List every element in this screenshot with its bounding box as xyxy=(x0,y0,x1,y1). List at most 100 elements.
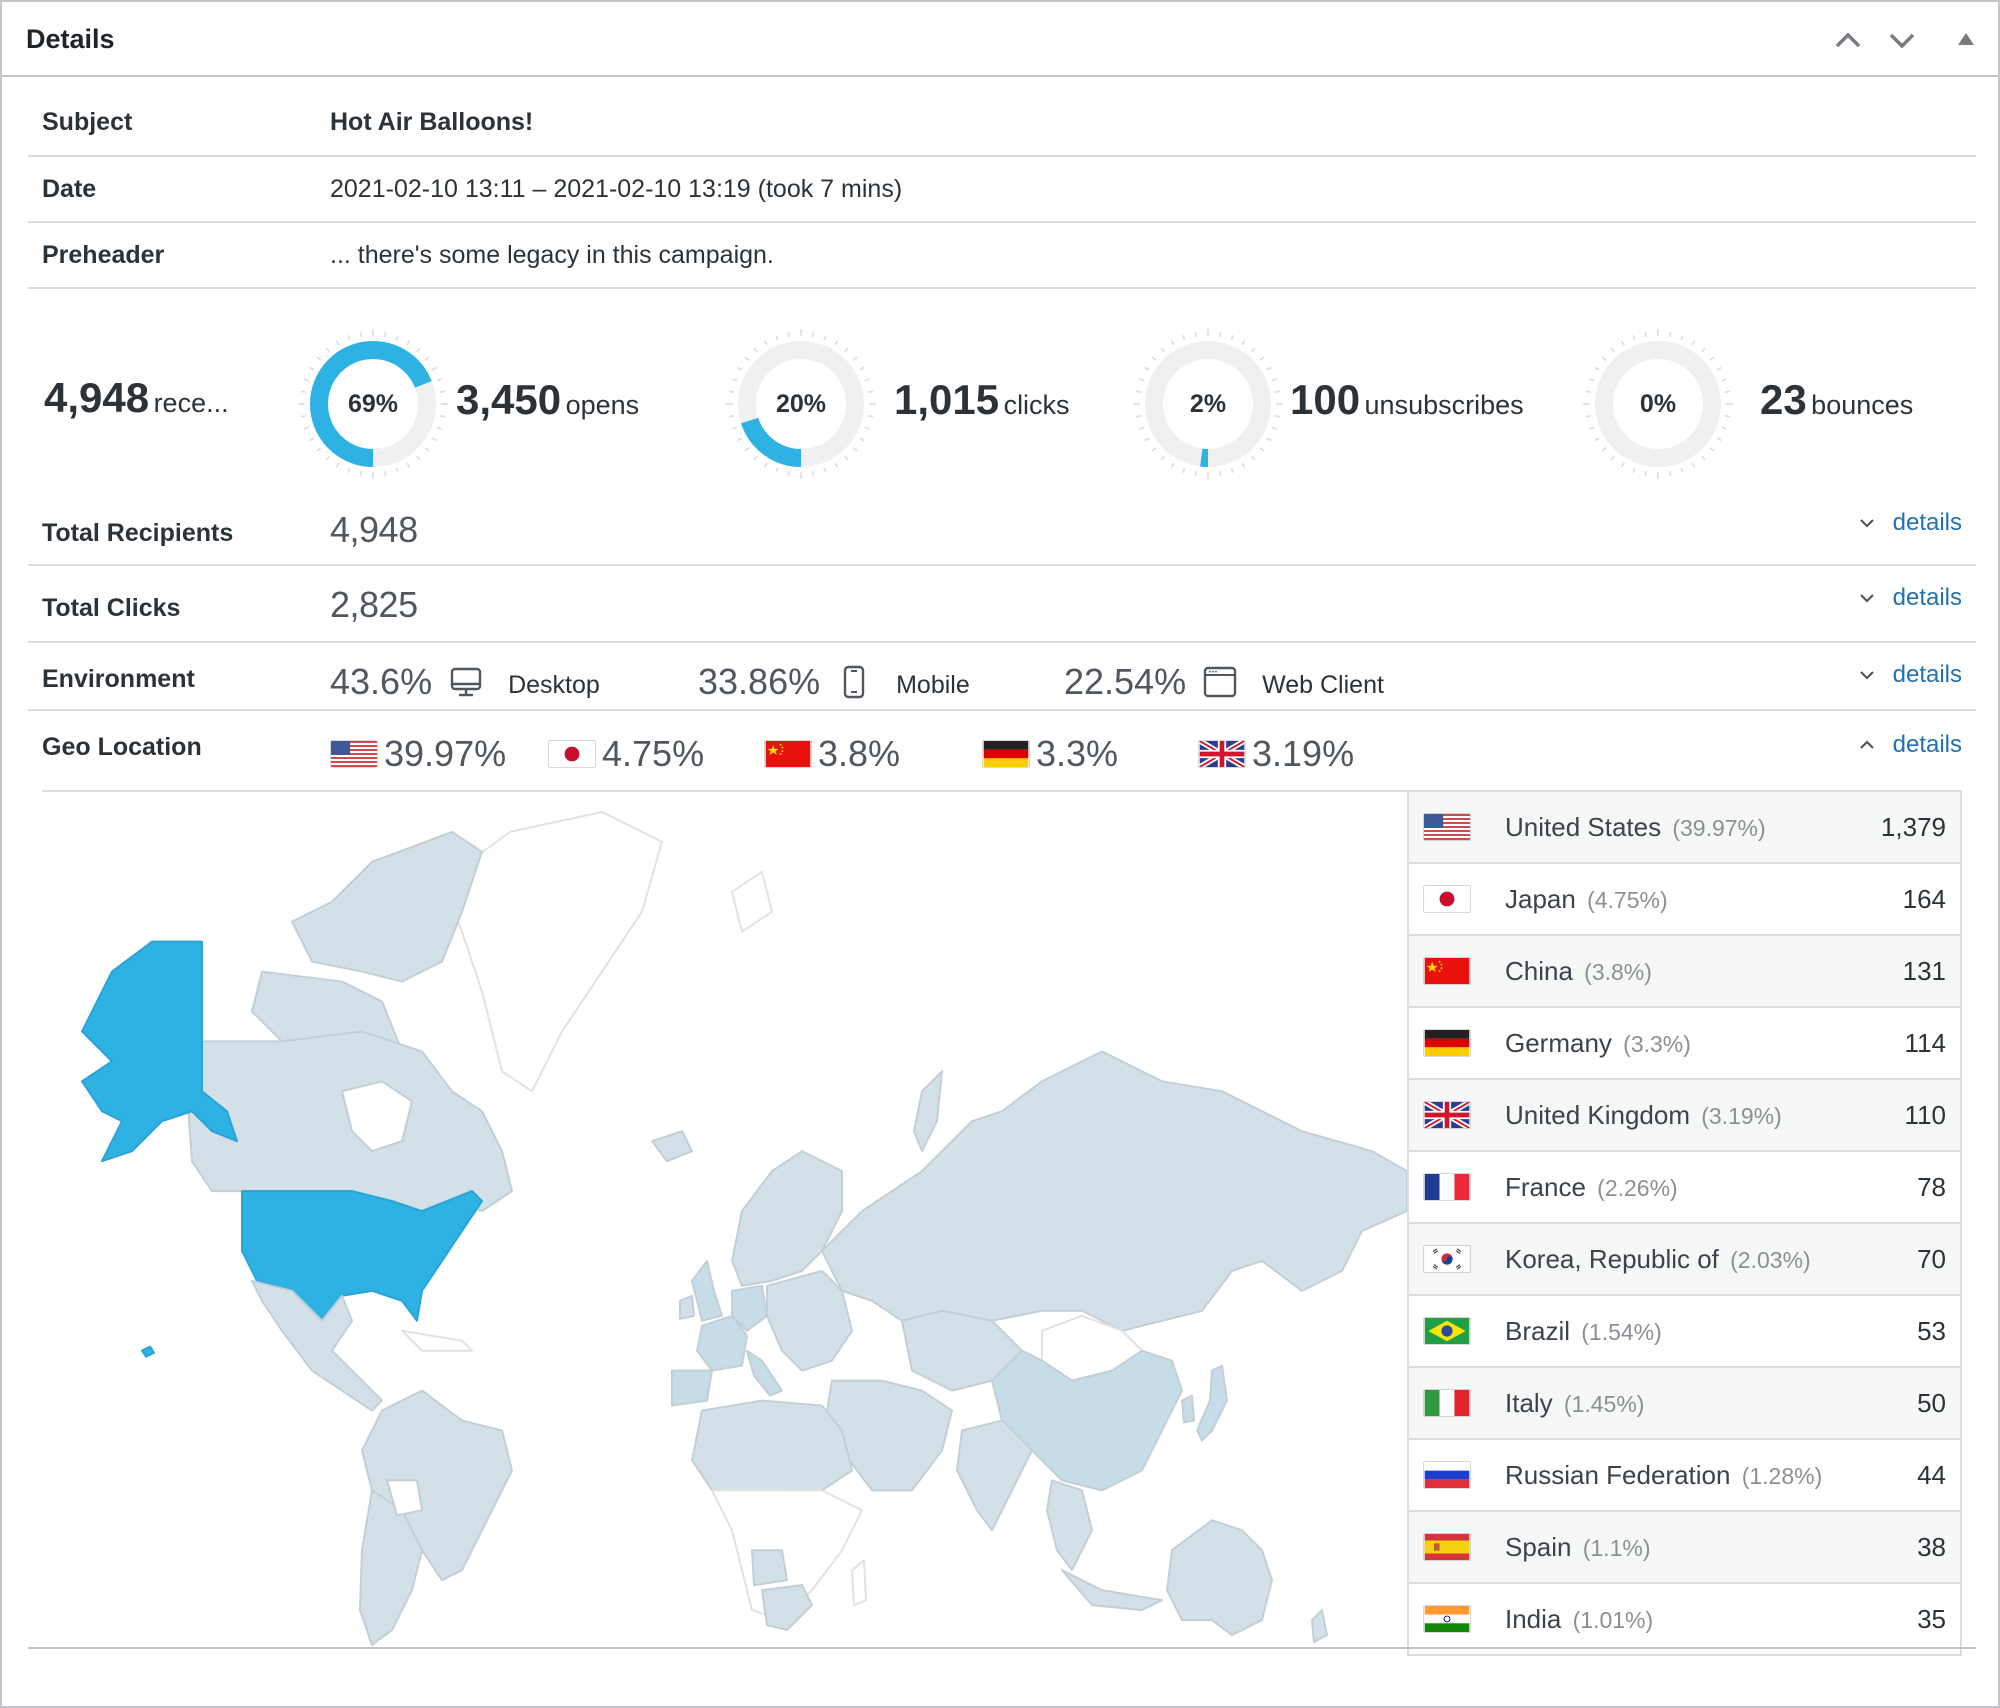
country-row[interactable]: Japan (4.75%) 164 xyxy=(1409,864,1960,936)
details-panel: Details Subject Hot Air Balloons! Date 2… xyxy=(0,0,2000,1708)
country-count: 78 xyxy=(1917,1171,1946,1202)
country-name-text: China xyxy=(1505,955,1573,986)
country-row[interactable]: France (2.26%) 78 xyxy=(1409,1152,1960,1224)
map-country-italy[interactable] xyxy=(746,1349,783,1397)
country-percent: (4.75%) xyxy=(1587,886,1668,913)
stat-recipients: 4,948 rece... xyxy=(44,374,229,422)
map-svalbard xyxy=(731,870,773,933)
map-country-iceland[interactable] xyxy=(651,1130,693,1163)
country-row[interactable]: Brazil (1.54%) 53 xyxy=(1409,1296,1960,1368)
total-clicks-row: Total Clicks 2,825 details xyxy=(28,566,1976,643)
map-country-indonesia[interactable] xyxy=(1061,1569,1163,1612)
environment-web-client: 22.54% Web Client xyxy=(1064,661,1384,703)
geo-top-item: 3.3% xyxy=(982,733,1118,775)
country-percent: (3.19%) xyxy=(1701,1102,1782,1129)
map-country-united-states-hawaii[interactable] xyxy=(141,1345,155,1358)
details-link-label: details xyxy=(1892,509,1962,536)
opens-label: opens xyxy=(565,390,640,420)
country-percent: (1.1%) xyxy=(1582,1534,1651,1561)
country-row[interactable]: United States (39.97%) 1,379 xyxy=(1409,792,1960,864)
geo-top-percent: 3.8% xyxy=(818,733,901,774)
map-country-united-kingdom[interactable] xyxy=(691,1259,723,1322)
map-country-canada-islands[interactable] xyxy=(291,830,483,983)
subject-value: Hot Air Balloons! xyxy=(330,108,534,136)
total-recipients-row: Total Recipients 4,948 details xyxy=(28,497,1976,566)
geo-location-details-link[interactable]: details xyxy=(1857,731,1962,759)
map-country-new-zealand[interactable] xyxy=(1311,1609,1328,1644)
map-country-korea[interactable] xyxy=(1181,1394,1195,1424)
desktop-percent: 43.6% xyxy=(330,661,433,702)
triangle-up-icon xyxy=(1958,33,1974,45)
opens-number: 3,450 xyxy=(456,376,562,423)
country-row[interactable]: Russian Federation (1.28%) 44 xyxy=(1409,1440,1960,1512)
environment-details-link[interactable]: details xyxy=(1857,661,1962,689)
geo-location-label: Geo Location xyxy=(42,733,202,761)
country-table: United States (39.97%) 1,379 Japan (4.75%)… xyxy=(1407,790,1962,1656)
mobile-percent: 33.86% xyxy=(698,661,821,702)
map-country-madagascar[interactable] xyxy=(851,1559,867,1607)
flag-de-icon xyxy=(1423,1029,1471,1057)
flag-in-icon xyxy=(1423,1605,1471,1633)
flag-gb-icon xyxy=(1198,740,1246,768)
country-name: France (2.26%) xyxy=(1505,1172,1678,1203)
panel-title: Details xyxy=(26,24,115,54)
country-name: Korea, Republic of (2.03%) xyxy=(1505,1244,1811,1275)
geo-top-percent: 3.3% xyxy=(1036,733,1119,774)
details-link-label: details xyxy=(1892,661,1962,688)
map-country-ireland[interactable] xyxy=(679,1294,695,1320)
chevron-up-icon xyxy=(1859,740,1874,749)
desktop-icon xyxy=(450,667,482,697)
country-row[interactable]: Germany (3.3%) 114 xyxy=(1409,1008,1960,1080)
web-client-percent: 22.54% xyxy=(1064,661,1187,702)
toggle-panel-button[interactable] xyxy=(1946,20,1986,60)
opens-percent: 69% xyxy=(347,389,399,418)
country-name: India (1.01%) xyxy=(1505,1604,1653,1635)
map-country-russia-islands[interactable] xyxy=(913,1070,943,1153)
country-count: 114 xyxy=(1904,1027,1946,1058)
country-row[interactable]: Italy (1.45%) 50 xyxy=(1409,1368,1960,1440)
flag-it-icon xyxy=(1423,1389,1471,1417)
country-row[interactable]: India (1.01%) 35 xyxy=(1409,1584,1960,1656)
map-country-russian-federation[interactable] xyxy=(821,1050,1408,1332)
panel-header: Details xyxy=(2,2,1998,77)
chevron-down-icon xyxy=(1889,33,1915,49)
map-caribbean[interactable] xyxy=(401,1329,473,1352)
move-up-button[interactable] xyxy=(1828,20,1868,60)
map-country-se-asia[interactable] xyxy=(1046,1479,1093,1572)
stat-bounces: 23 bounces xyxy=(1760,376,1913,424)
total-recipients-value: 4,948 xyxy=(330,509,418,550)
recipients-label: rece... xyxy=(153,388,229,418)
world-map[interactable] xyxy=(42,790,1408,1648)
flag-br-icon xyxy=(1423,1317,1471,1345)
country-count: 50 xyxy=(1917,1387,1946,1418)
total-clicks-details-link[interactable]: details xyxy=(1857,584,1962,612)
map-country-south-africa[interactable] xyxy=(761,1584,813,1632)
geo-top-percent: 4.75% xyxy=(602,733,705,774)
country-row[interactable]: Korea, Republic of (2.03%) 70 xyxy=(1409,1224,1960,1296)
map-country-japan[interactable] xyxy=(1196,1364,1228,1442)
recipients-number: 4,948 xyxy=(44,374,150,421)
chevron-down-icon xyxy=(1859,519,1874,528)
flag-ru-icon xyxy=(1423,1461,1471,1489)
country-row[interactable]: United Kingdom (3.19%) 110 xyxy=(1409,1080,1960,1152)
browser-window-icon xyxy=(1203,666,1237,698)
flag-cn-icon xyxy=(1423,957,1471,985)
details-link-label: details xyxy=(1892,584,1962,611)
country-count: 131 xyxy=(1902,955,1946,986)
country-name: Brazil (1.54%) xyxy=(1505,1316,1662,1347)
move-down-button[interactable] xyxy=(1882,20,1922,60)
total-recipients-details-link[interactable]: details xyxy=(1857,509,1962,537)
map-country-scandinavia[interactable] xyxy=(731,1150,843,1287)
country-name-text: Japan xyxy=(1505,883,1576,914)
country-row[interactable]: Spain (1.1%) 38 xyxy=(1409,1512,1960,1584)
country-percent: (1.45%) xyxy=(1563,1390,1645,1417)
country-row[interactable]: China (3.8%) 131 xyxy=(1409,936,1960,1008)
date-label: Date xyxy=(42,175,97,203)
map-country-angola[interactable] xyxy=(751,1549,788,1587)
geo-location-row: Geo Location 39.97% 4.75% 3.8% 3.3% 3.19… xyxy=(28,711,1976,790)
map-country-spain[interactable] xyxy=(671,1369,713,1407)
map-country-north-africa[interactable] xyxy=(691,1399,853,1502)
map-country-australia[interactable] xyxy=(1166,1519,1273,1637)
country-count: 110 xyxy=(1904,1099,1946,1130)
subject-label: Subject xyxy=(42,108,133,136)
